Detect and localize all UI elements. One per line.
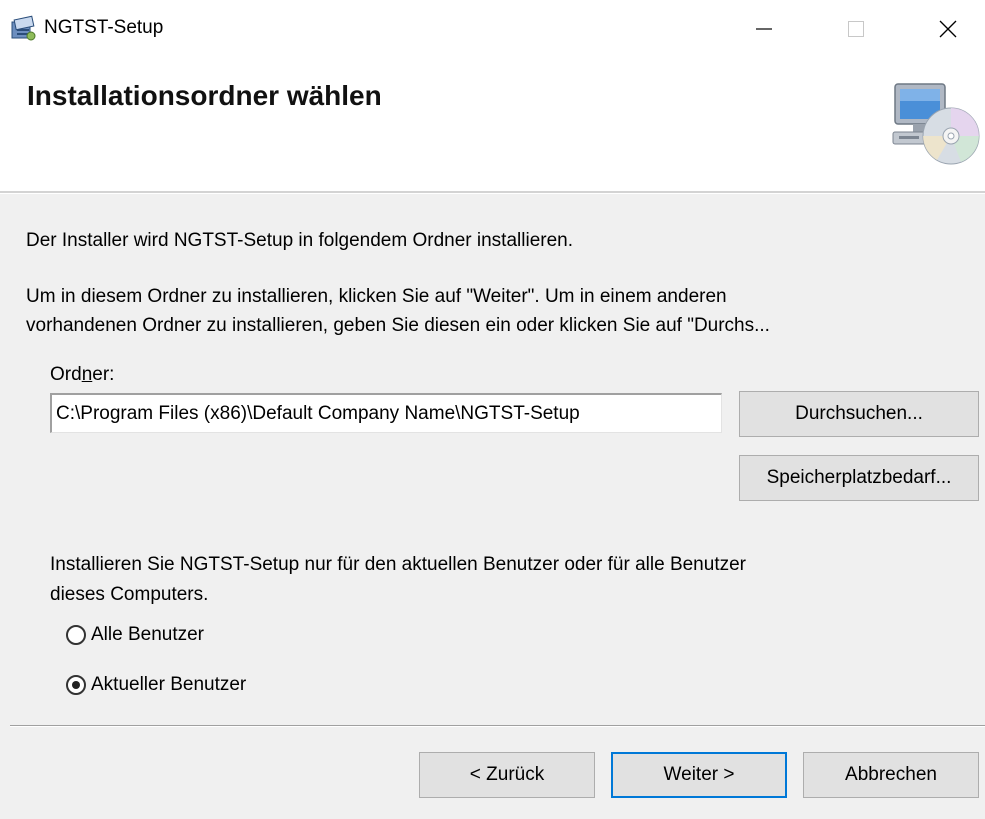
computer-cd-icon (887, 78, 983, 170)
cancel-button[interactable]: Abbrechen (803, 752, 979, 798)
wizard-body: Der Installer wird NGTST-Setup in folgen… (0, 194, 985, 819)
disk-cost-button[interactable]: Speicherplatzbedarf... (739, 455, 979, 501)
back-button[interactable]: < Zurück (419, 752, 595, 798)
close-icon (939, 20, 957, 38)
page-title: Installationsordner wählen (27, 80, 382, 111)
scope-text-line2: dieses Computers. (50, 584, 209, 605)
radio-all-users[interactable]: Alle Benutzer (66, 624, 204, 646)
maximize-icon (848, 21, 864, 37)
radio-current-user-circle[interactable] (66, 675, 86, 695)
radio-current-user[interactable]: Aktueller Benutzer (66, 674, 246, 696)
minimize-icon (756, 28, 772, 30)
wizard-header: Installationsordner wählen (0, 58, 985, 191)
instruction-text-line2: vorhandenen Ordner zu installieren, gebe… (26, 315, 770, 336)
folder-label: Ordner: (50, 364, 114, 386)
close-button[interactable] (912, 6, 984, 52)
instruction-text-line1: Um in diesem Ordner zu installieren, kli… (26, 286, 727, 307)
radio-current-user-label: Aktueller Benutzer (91, 674, 247, 695)
radio-all-users-label: Alle Benutzer (91, 624, 205, 645)
installer-package-icon (9, 14, 37, 42)
maximize-button[interactable] (820, 6, 892, 52)
window-title: NGTST-Setup (44, 17, 164, 38)
scope-text-line1: Installieren Sie NGTST-Setup nur für den… (50, 554, 746, 575)
minimize-button[interactable] (728, 6, 800, 52)
next-button[interactable]: Weiter > (611, 752, 787, 798)
intro-text: Der Installer wird NGTST-Setup in folgen… (26, 230, 574, 251)
folder-label-part1: Ord (50, 364, 82, 385)
folder-label-accelerator: n (81, 364, 93, 385)
folder-label-part2: er: (92, 364, 115, 385)
radio-all-users-circle[interactable] (66, 625, 86, 645)
browse-button[interactable]: Durchsuchen... (739, 391, 979, 437)
title-bar: NGTST-Setup (0, 0, 985, 58)
footer-divider-highlight (10, 726, 985, 727)
folder-path-input[interactable] (50, 393, 722, 433)
